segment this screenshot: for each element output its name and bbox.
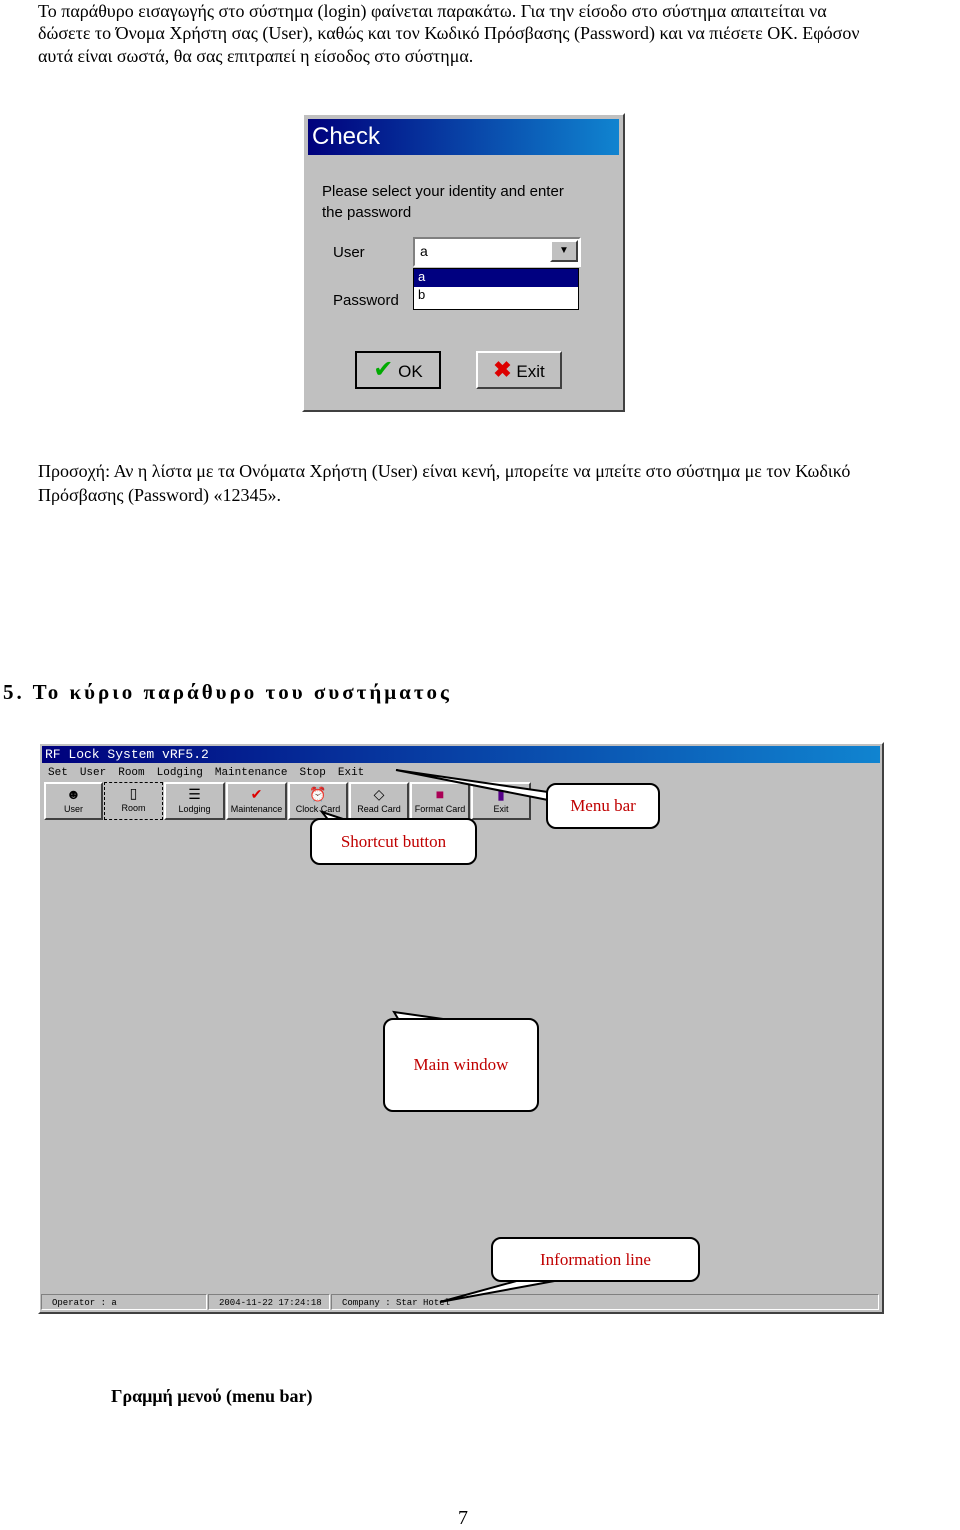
info-line-callout: Information line — [491, 1237, 700, 1282]
callout-pointers — [319, 769, 561, 1303]
main-window-callout: Main window — [383, 1018, 539, 1112]
page-number: 7 — [458, 1507, 468, 1529]
menu-bar-callout: Menu bar — [546, 783, 660, 829]
menu-bar-pointer — [395, 769, 549, 802]
caption: Γραμμή μενού (menu bar) — [111, 1386, 313, 1406]
shortcut-callout: Shortcut button — [310, 818, 477, 865]
info-line-pointer — [439, 1279, 561, 1303]
